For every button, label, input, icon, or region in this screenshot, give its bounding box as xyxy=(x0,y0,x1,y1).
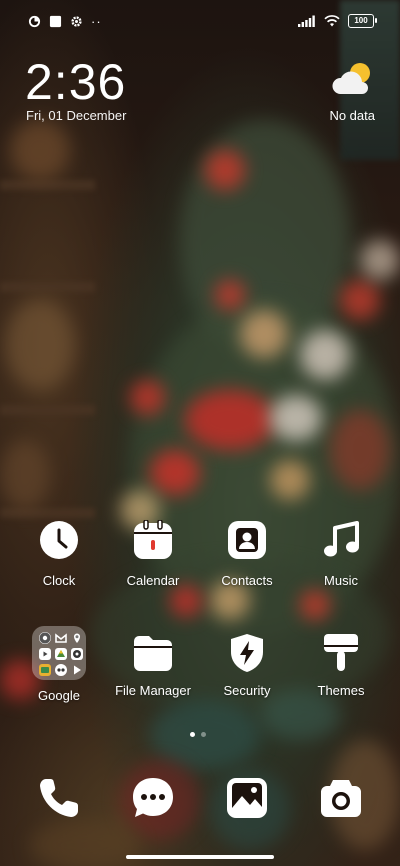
app-label: Contacts xyxy=(221,573,273,588)
dock-phone[interactable] xyxy=(37,776,81,820)
dock-gallery[interactable] xyxy=(225,776,269,820)
data-saver-icon xyxy=(28,15,41,28)
partly-cloudy-icon xyxy=(332,63,370,94)
app-label: Themes xyxy=(317,683,365,698)
youtube-icon xyxy=(39,648,51,660)
messages-icon xyxy=(133,778,173,817)
maps-icon xyxy=(71,632,83,644)
signal-icon xyxy=(298,15,315,27)
app-contacts[interactable]: Contacts xyxy=(200,518,294,588)
dock-messages[interactable] xyxy=(131,776,175,820)
camera-icon xyxy=(321,780,361,817)
assistant-icon xyxy=(55,664,67,676)
page-dot xyxy=(201,732,206,737)
gmail-icon xyxy=(55,632,67,644)
app-label: Google xyxy=(38,688,80,703)
play-store-icon xyxy=(71,664,83,676)
weather-widget[interactable]: No data xyxy=(295,60,375,130)
app-calendar[interactable]: Calendar xyxy=(106,518,200,588)
contacts-icon xyxy=(228,521,266,559)
app-themes[interactable]: Themes xyxy=(294,631,388,698)
drive-icon xyxy=(55,648,67,660)
clock-time[interactable]: 2:36 xyxy=(25,54,126,110)
weather-label: No data xyxy=(329,108,375,123)
clock-icon xyxy=(40,521,78,559)
battery-indicator: 100 xyxy=(348,14,377,28)
app-music[interactable]: Music xyxy=(294,518,388,588)
app-label: Security xyxy=(223,683,271,698)
phone-icon xyxy=(40,779,78,817)
wifi-icon xyxy=(324,15,340,27)
calendar-icon xyxy=(134,520,172,559)
app-label: Calendar xyxy=(126,573,180,588)
shield-bolt-icon xyxy=(231,634,263,672)
screen-icon xyxy=(49,15,62,28)
files-icon xyxy=(39,664,51,676)
folder-icon xyxy=(32,626,86,680)
folder-google[interactable]: Google xyxy=(12,626,106,703)
app-file-manager[interactable]: File Manager xyxy=(106,631,200,698)
app-label: Music xyxy=(324,573,358,588)
page-dot-active xyxy=(190,732,195,737)
gallery-icon xyxy=(227,778,267,818)
app-security[interactable]: Security xyxy=(200,631,294,698)
page-indicator[interactable] xyxy=(190,732,206,737)
app-label: File Manager xyxy=(115,683,191,698)
chrome-icon xyxy=(39,632,51,644)
gesture-home-bar[interactable] xyxy=(126,855,274,859)
more-notifications-icon: ·· xyxy=(91,14,102,29)
photos-icon xyxy=(71,648,83,660)
status-bar[interactable]: ·· 100 xyxy=(0,0,400,44)
app-clock[interactable]: Clock xyxy=(12,518,106,588)
paint-brush-icon xyxy=(324,634,358,671)
music-note-icon xyxy=(324,521,359,557)
settings-gear-icon xyxy=(71,16,82,27)
file-manager-icon xyxy=(134,636,172,671)
dock-camera[interactable] xyxy=(319,776,363,820)
battery-level: 100 xyxy=(354,16,368,25)
app-label: Clock xyxy=(42,573,76,588)
clock-date[interactable]: Fri, 01 December xyxy=(26,108,126,123)
